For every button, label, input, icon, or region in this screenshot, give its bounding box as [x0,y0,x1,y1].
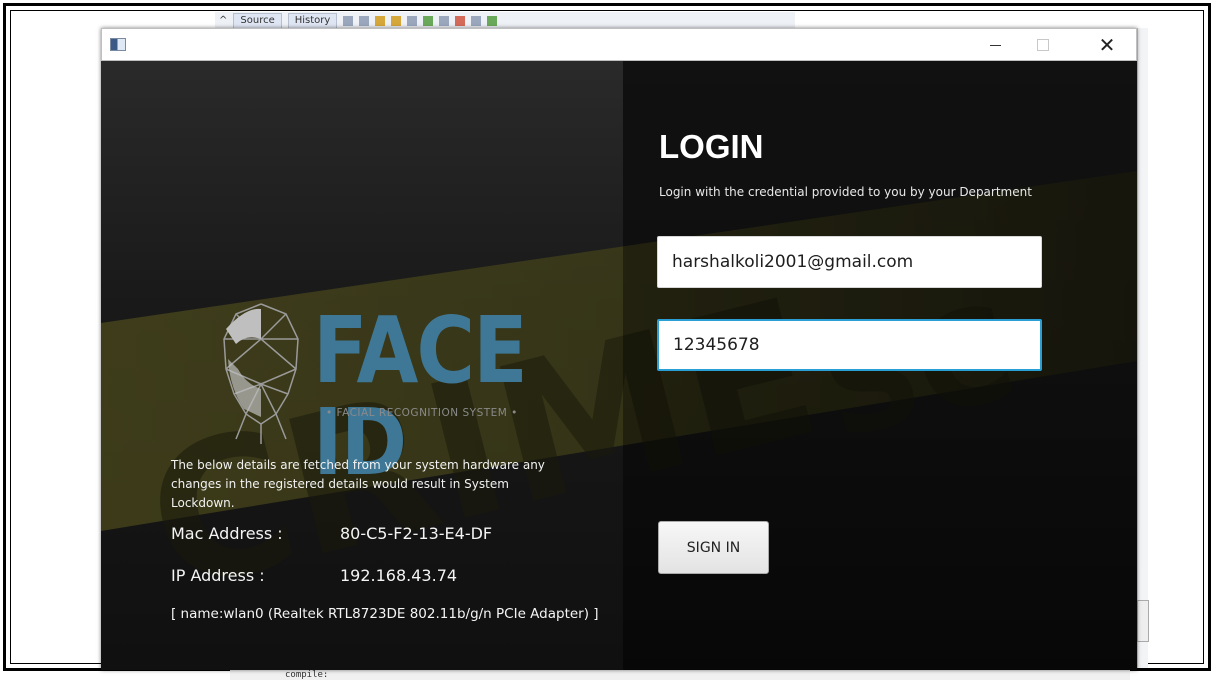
ide-tab-history[interactable]: History [287,12,338,29]
ide-tool-icon[interactable] [407,15,418,26]
ide-tab-source[interactable]: Source [233,12,282,29]
maximize-button[interactable] [1020,29,1066,61]
mac-address-value: 80-C5-F2-13-E4-DF [340,524,493,543]
app-window-icon [110,38,126,51]
login-subtitle: Login with the credential provided to yo… [659,185,1032,199]
ide-console-text: compile: [230,670,1130,680]
network-adapter-info: [ name:wlan0 (Realtek RTL8723DE 802.11b/… [171,606,599,622]
ide-tool-icon[interactable] [359,15,370,26]
ide-side-panel [1137,28,1148,668]
hardware-notice: The below details are fetched from your … [171,458,545,510]
ip-address-label: IP Address : [171,566,265,585]
ide-tool-icon[interactable] [343,15,354,26]
ide-tool-icon[interactable] [455,15,466,26]
window-content: CRIME SC FACE ID • FACIAL RECOGNITION SY… [101,61,1137,670]
close-icon: ✕ [1098,33,1116,57]
face-mesh-icon [223,303,299,444]
ide-tool-icon[interactable] [487,15,498,26]
ide-tool-icon[interactable] [471,15,482,26]
login-window: ✕ CRIME SC FACE ID • FACIAL RECOGNITION … [101,28,1137,670]
ide-tool-icon[interactable] [439,15,450,26]
close-button[interactable]: ✕ [1084,29,1130,61]
login-title: LOGIN [659,128,764,165]
email-field[interactable] [657,236,1042,288]
mac-address-label: Mac Address : [171,524,283,543]
ip-address-value: 192.168.43.74 [340,566,458,585]
sign-in-button[interactable]: SIGN IN [658,521,769,574]
password-field[interactable] [657,319,1042,371]
minimize-button[interactable] [972,29,1018,61]
minimize-icon [989,44,1001,46]
window-titlebar[interactable]: ✕ [101,28,1137,61]
ide-tool-icon[interactable] [423,15,434,26]
ide-tool-icon[interactable] [391,15,402,26]
logo-subtitle: • FACIAL RECOGNITION SYSTEM • [326,407,518,419]
face-id-logo: FACE ID • FACIAL RECOGNITION SYSTEM • [216,299,536,488]
ide-tool-icon[interactable] [375,15,386,26]
ide-side-box [1137,600,1149,642]
ide-scroll-icon[interactable]: ^ [219,15,227,26]
maximize-icon [1037,39,1049,51]
